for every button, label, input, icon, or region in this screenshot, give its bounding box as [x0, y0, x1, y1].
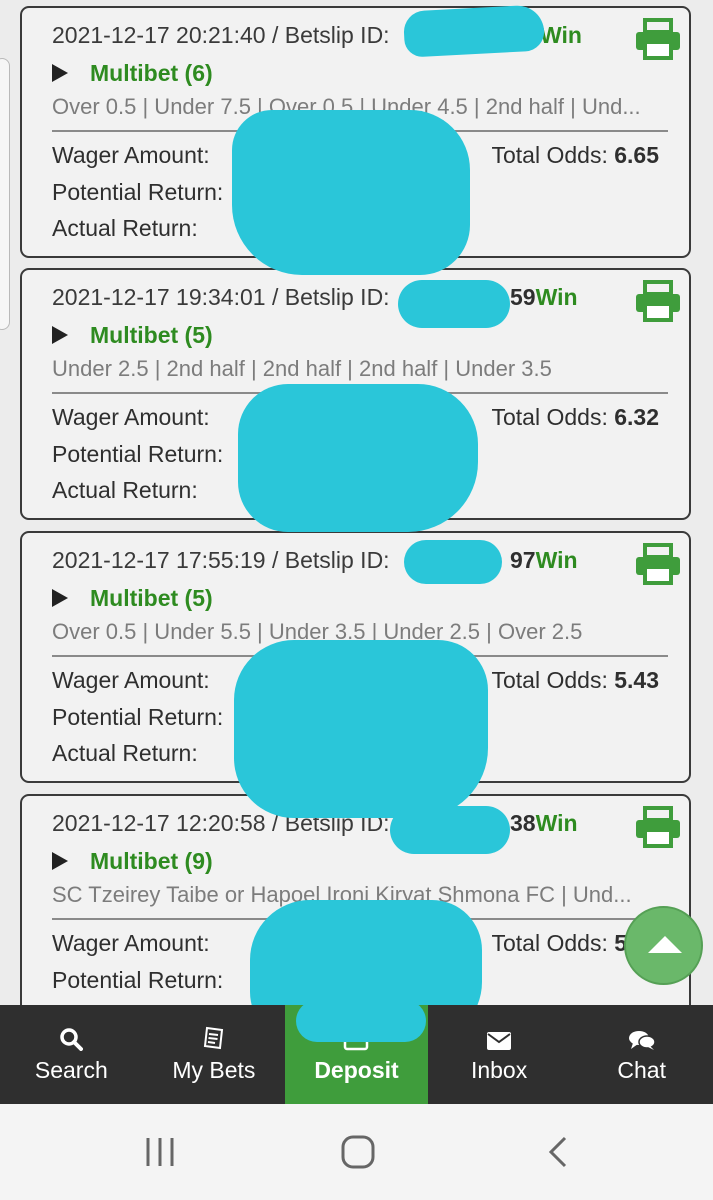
bet-type-toggle[interactable]: Multibet (6)	[52, 58, 213, 88]
redaction-scribble	[390, 806, 510, 854]
system-navigation-bar	[0, 1104, 713, 1200]
status-win: Win	[540, 22, 582, 48]
actual-return-label: Actual Return:	[52, 215, 198, 241]
expand-triangle-icon	[52, 64, 68, 82]
nav-chat[interactable]: Chat	[570, 1005, 713, 1104]
betslip-id-tail: 97	[510, 547, 536, 573]
bet-header: 2021-12-17 17:55:19 / Betslip ID:	[52, 547, 390, 573]
expand-triangle-icon	[52, 589, 68, 607]
nav-search-label: Search	[34, 1057, 108, 1083]
nav-my-bets[interactable]: My Bets	[143, 1005, 286, 1104]
redaction-scribble	[238, 384, 478, 532]
betslip-id-tail: 59	[510, 284, 536, 310]
nav-chat-label: Chat	[617, 1057, 666, 1083]
receipt-icon	[203, 1026, 223, 1050]
envelope-icon	[487, 1032, 512, 1050]
printer-icon[interactable]	[634, 806, 682, 848]
wager-label: Wager Amount:	[52, 404, 210, 430]
nav-deposit-label: Deposit	[314, 1057, 399, 1083]
total-odds: Total Odds: 6.65	[491, 142, 660, 168]
redaction-scribble	[402, 4, 546, 58]
betslip-id-tail: 38	[510, 810, 536, 836]
wager-label: Wager Amount:	[52, 930, 210, 956]
bet-type-toggle[interactable]: Multibet (5)	[52, 320, 213, 350]
chat-bubbles-icon	[628, 1031, 656, 1050]
potential-return-label: Potential Return:	[52, 967, 224, 993]
status-win: 59Win	[510, 284, 578, 310]
nav-my-bets-label: My Bets	[172, 1057, 256, 1083]
bet-type-toggle[interactable]: Multibet (9)	[52, 846, 213, 876]
potential-return-label: Potential Return:	[52, 441, 224, 467]
bet-type-toggle[interactable]: Multibet (5)	[52, 583, 213, 613]
redaction-scribble	[398, 280, 510, 328]
bet-type: Multibet (6)	[90, 59, 213, 86]
nav-search[interactable]: Search	[0, 1005, 143, 1104]
total-odds: Total Odds: 6.32	[491, 404, 660, 430]
recent-apps-icon[interactable]	[144, 1134, 176, 1170]
printer-icon[interactable]	[634, 543, 682, 585]
bet-type: Multibet (5)	[90, 584, 213, 611]
wager-label: Wager Amount:	[52, 142, 210, 168]
bet-history-list[interactable]: 2021-12-17 20:21:40 / Betslip ID: Win Mu…	[0, 0, 713, 1005]
potential-return-label: Potential Return:	[52, 704, 224, 730]
status-win: 38Win	[510, 810, 578, 836]
search-icon	[60, 1028, 84, 1051]
bet-selections: Under 2.5 | 2nd half | 2nd half | 2nd ha…	[52, 356, 552, 381]
expand-triangle-icon	[52, 326, 68, 344]
wager-label: Wager Amount:	[52, 667, 210, 693]
redaction-scribble	[232, 110, 470, 275]
back-icon[interactable]	[545, 1134, 571, 1170]
bet-header: 2021-12-17 19:34:01 / Betslip ID:	[52, 284, 390, 310]
total-odds: Total Odds: 5.43	[491, 667, 660, 693]
status-win: 97Win	[510, 547, 578, 573]
bet-type: Multibet (5)	[90, 321, 213, 348]
home-icon[interactable]	[340, 1134, 376, 1170]
nav-inbox[interactable]: Inbox	[428, 1005, 571, 1104]
redaction-scribble	[250, 900, 482, 1005]
printer-icon[interactable]	[634, 18, 682, 60]
bet-type: Multibet (9)	[90, 847, 213, 874]
redaction-scribble	[296, 1000, 426, 1042]
scroll-to-top-button[interactable]	[624, 906, 703, 985]
actual-return-label: Actual Return:	[52, 740, 198, 766]
expand-triangle-icon	[52, 852, 68, 870]
printer-icon[interactable]	[634, 280, 682, 322]
bet-header: 2021-12-17 20:21:40 / Betslip ID:	[52, 22, 390, 48]
nav-inbox-label: Inbox	[470, 1057, 528, 1083]
potential-return-label: Potential Return:	[52, 179, 224, 205]
redaction-scribble	[404, 540, 502, 584]
actual-return-label: Actual Return:	[52, 477, 198, 503]
redaction-scribble	[234, 640, 488, 818]
chevron-up-icon	[648, 936, 682, 953]
